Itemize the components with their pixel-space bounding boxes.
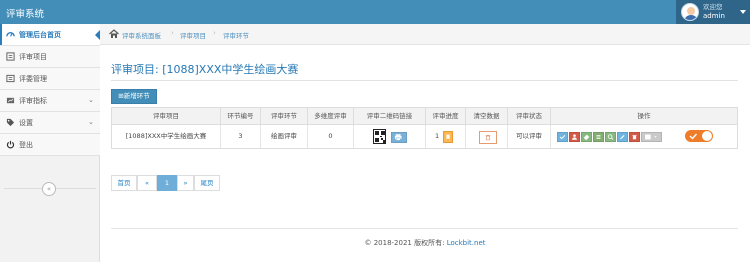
sidebar-item-criteria[interactable]: 评审指标 ⌄ <box>0 90 100 112</box>
qr-code-icon[interactable] <box>373 129 386 144</box>
welcome-text: 欢迎您 <box>703 3 723 11</box>
sidebar-item-label: 登出 <box>19 141 33 149</box>
action-list-button[interactable] <box>593 132 604 142</box>
list-icon <box>6 52 15 61</box>
column-header: 评审进度 <box>426 108 466 125</box>
column-header: 评审项目 <box>112 108 221 125</box>
toggle-knob <box>702 131 712 141</box>
ticket-icon <box>583 134 590 141</box>
sidebar-item-label: 评审项目 <box>19 53 47 61</box>
avatar[interactable] <box>681 3 699 21</box>
zoom-icon <box>607 134 614 140</box>
cell-number: 3 <box>221 125 261 148</box>
cell-qr <box>354 125 426 148</box>
page-first[interactable]: 首页 <box>111 175 137 191</box>
action-calendar-dropdown[interactable] <box>641 132 662 142</box>
breadcrumb-separator: › <box>171 29 174 37</box>
stages-table: 评审项目 环节编号 评审环节 多维度评审 评审二维码链接 评审进度 清空数据 评… <box>111 107 738 149</box>
column-header: 多维度评审 <box>308 108 354 125</box>
column-header: 清空数据 <box>466 108 508 125</box>
sidebar-item-label: 评审指标 <box>19 97 47 105</box>
sidebar-item-dashboard[interactable]: 管理后台首页 <box>0 24 100 46</box>
username[interactable]: admin <box>703 12 725 20</box>
page-last[interactable]: 尾页 <box>194 175 220 191</box>
chevron-down-icon[interactable]: ⌄ <box>88 96 94 104</box>
calendar-icon <box>645 134 657 140</box>
sidebar-item-projects[interactable]: 评审项目 <box>0 46 100 68</box>
trash-icon <box>485 134 491 141</box>
page-prev[interactable]: « <box>137 175 157 191</box>
sidebar-collapse: « <box>0 178 100 200</box>
app-title[interactable]: 评审系统 <box>6 6 44 20</box>
user-icon <box>572 134 577 140</box>
action-ticket-button[interactable] <box>581 132 592 142</box>
breadcrumb-stages[interactable]: 评审环节 <box>223 30 249 40</box>
pencil-icon <box>620 135 625 140</box>
footer-copyright: © 2018-2021 版权所有: <box>364 239 447 247</box>
check-icon <box>559 135 566 140</box>
action-zoom-button[interactable] <box>605 132 616 142</box>
column-header: 评审环节 <box>261 108 308 125</box>
cell-status: 可以评审 <box>508 125 551 148</box>
footer-divider <box>111 228 738 229</box>
sidebar-item-label: 管理后台首页 <box>19 31 61 39</box>
breadcrumb-separator: › <box>213 29 216 37</box>
sidebar-item-judges[interactable]: 评委管理 <box>0 68 100 90</box>
clear-data-button[interactable] <box>479 131 497 144</box>
column-header: 操作 <box>551 108 737 125</box>
progress-detail-button[interactable] <box>443 131 453 143</box>
action-user-button[interactable] <box>569 132 580 142</box>
column-header: 评审二维码链接 <box>354 108 426 125</box>
tag-icon <box>6 118 15 127</box>
breadcrumb-dashboard[interactable]: 评审系统面板 <box>122 30 161 40</box>
sidebar-item-logout[interactable]: 登出 <box>0 134 100 156</box>
chevron-down-icon[interactable] <box>740 10 746 14</box>
user-menu[interactable]: 欢迎您 admin <box>676 0 750 24</box>
action-edit-button[interactable] <box>617 132 628 142</box>
footer: © 2018-2021 版权所有: Lockbit.net <box>100 238 750 248</box>
footer-link[interactable]: Lockbit.net <box>447 239 486 247</box>
breadcrumb: 评审系统面板 › 评审项目 › 评审环节 <box>100 24 750 45</box>
print-button[interactable] <box>391 132 407 143</box>
add-stage-label: 新增环节 <box>123 92 150 100</box>
sidebar-item-label: 设置 <box>19 119 33 127</box>
breadcrumb-projects[interactable]: 评审项目 <box>180 30 206 40</box>
cell-project: [1088]XXX中学生绘画大赛 <box>112 125 221 148</box>
dashboard-icon <box>6 31 15 37</box>
cell-multi-dim: 0 <box>308 125 354 148</box>
chart-icon <box>6 97 15 104</box>
list-icon <box>596 135 601 139</box>
column-header: 评审状态 <box>508 108 551 125</box>
power-icon <box>6 140 15 149</box>
column-header: 环节编号 <box>221 108 261 125</box>
user-list-icon <box>6 74 15 83</box>
collapse-button[interactable]: « <box>42 182 56 196</box>
print-icon <box>394 134 402 141</box>
action-delete-button[interactable] <box>629 132 640 142</box>
cell-stage: 绘画评审 <box>261 125 308 148</box>
status-toggle[interactable] <box>685 130 713 142</box>
sidebar: 管理后台首页 评审项目 评委管理 评审指标 ⌄ 设置 ⌄ 登出 « <box>0 24 100 262</box>
sidebar-item-settings[interactable]: 设置 ⌄ <box>0 112 100 134</box>
top-navbar: 评审系统 欢迎您 admin <box>0 0 750 24</box>
divider <box>111 80 738 81</box>
page-next[interactable]: » <box>177 175 194 191</box>
bookmark-icon <box>446 134 450 140</box>
action-check-button[interactable] <box>557 132 568 142</box>
page-current[interactable]: 1 <box>157 175 177 191</box>
sidebar-item-label: 评委管理 <box>19 75 47 83</box>
chevron-down-icon[interactable]: ⌄ <box>88 118 94 126</box>
home-icon <box>109 29 119 38</box>
trash-icon <box>632 135 637 140</box>
add-stage-button[interactable]: ⊞新增环节 <box>111 89 157 104</box>
page-title: 评审项目: [1088]XXX中学生绘画大赛 <box>111 63 299 76</box>
